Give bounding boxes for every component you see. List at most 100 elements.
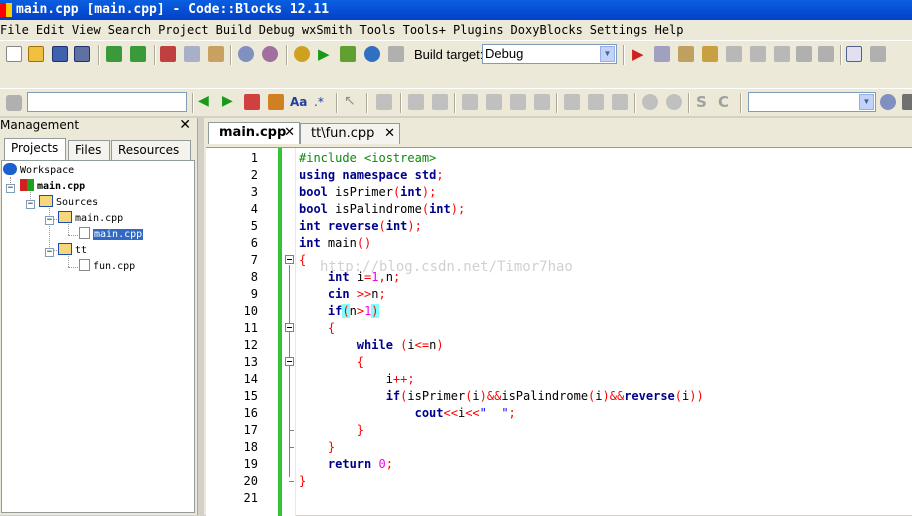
collapse-icon[interactable]: − [26, 200, 35, 209]
tree-folder-tt[interactable]: tt [58, 243, 87, 259]
refresh-icon[interactable] [902, 94, 912, 110]
return-icon[interactable] [612, 94, 628, 110]
collapse-icon[interactable]: − [45, 216, 54, 225]
step-into-icon[interactable] [702, 46, 718, 62]
build-target-select[interactable]: Debug ▼ [482, 44, 617, 64]
code-search-input[interactable] [27, 92, 187, 112]
line-number: 7 [250, 253, 258, 267]
undo-icon[interactable] [106, 46, 122, 62]
debug-windows-icon[interactable] [846, 46, 862, 62]
highlight-icon[interactable] [244, 94, 260, 110]
step-out-icon[interactable] [726, 46, 742, 62]
copy-icon[interactable] [184, 46, 200, 62]
loop-block-icon[interactable] [486, 94, 502, 110]
debug-start-icon[interactable]: ▶ [632, 45, 644, 63]
various-info-icon[interactable] [870, 46, 886, 62]
pause-icon[interactable] [796, 46, 812, 62]
cut-icon[interactable] [160, 46, 176, 62]
paste-icon[interactable] [208, 46, 224, 62]
tree-sources[interactable]: Sources [39, 195, 98, 211]
abort-icon[interactable] [388, 46, 404, 62]
tab-projects[interactable]: Projects [4, 138, 66, 160]
clear-icon[interactable] [6, 95, 22, 111]
match-case-icon[interactable]: Aa [290, 95, 307, 109]
menu-view[interactable]: View [72, 20, 105, 40]
menu-debug[interactable]: Debug [259, 20, 299, 40]
continue-icon[interactable] [588, 94, 604, 110]
menu-tools-plus[interactable]: Tools+ [403, 20, 450, 40]
menu-help[interactable]: Help [655, 20, 688, 40]
menu-project[interactable]: Project [158, 20, 213, 40]
run-to-cursor-icon[interactable] [654, 46, 670, 62]
jump-back-icon[interactable]: ◀ [198, 93, 209, 109]
tree-file-main[interactable]: main.cpp [79, 227, 144, 243]
replace-icon[interactable] [262, 46, 278, 62]
regex-icon[interactable]: .* [314, 95, 324, 109]
jump-forward-icon[interactable]: ▶ [222, 93, 233, 109]
run-icon[interactable]: ▶ [318, 45, 330, 63]
build-gear-icon[interactable] [294, 46, 310, 62]
menu-bar: File Edit View Search Project Build Debug wxSmi… [0, 20, 912, 40]
menu-search[interactable]: Search [108, 20, 155, 40]
select-icon[interactable] [268, 94, 284, 110]
next-instruction-icon[interactable] [750, 46, 766, 62]
next-line-icon[interactable] [678, 46, 694, 62]
step-instruction-icon[interactable] [774, 46, 790, 62]
zoom-in-icon[interactable] [642, 94, 658, 110]
code-line: } [299, 474, 307, 488]
tree-project[interactable]: main.cpp [20, 179, 85, 195]
s-icon[interactable]: S [696, 93, 707, 111]
image-icon[interactable] [408, 94, 424, 110]
menu-settings[interactable]: Settings [590, 20, 652, 40]
chevron-down-icon[interactable]: ▼ [600, 46, 615, 62]
chevron-down-icon[interactable]: ▼ [859, 94, 874, 110]
block-icon[interactable] [376, 94, 392, 110]
text-icon[interactable] [432, 94, 448, 110]
code-completion-select[interactable]: ▼ [748, 92, 876, 112]
pointer-icon[interactable]: ↖ [344, 93, 356, 109]
fold-icon[interactable] [285, 255, 294, 264]
save-all-icon[interactable] [74, 46, 90, 62]
menu-wxsmith[interactable]: wxSmith [302, 20, 357, 40]
close-icon[interactable]: ✕ [384, 124, 395, 144]
build-and-run-icon[interactable] [340, 46, 356, 62]
zoom-out-icon[interactable] [666, 94, 682, 110]
menu-build[interactable]: Build [216, 20, 256, 40]
switch-block-icon[interactable] [534, 94, 550, 110]
tree-workspace[interactable]: Workspace [3, 163, 74, 179]
code-editor[interactable]: 1 2 3 4 5 6 7 8 9 10 11 12 13 14 15 16 1… [206, 147, 912, 516]
fold-icon[interactable] [285, 323, 294, 332]
code-line: cout<<i<<" "; [414, 406, 516, 420]
fold-icon[interactable] [285, 357, 294, 366]
line-number: 14 [243, 372, 258, 386]
c-icon[interactable]: C [718, 93, 729, 111]
line-number-gutter: 1 2 3 4 5 6 7 8 9 10 11 12 13 14 15 16 1… [206, 148, 278, 516]
menu-doxyblocks[interactable]: DoxyBlocks [511, 20, 587, 40]
collapse-icon[interactable]: − [45, 248, 54, 257]
break-icon[interactable] [564, 94, 580, 110]
find-icon[interactable] [238, 46, 254, 62]
redo-icon[interactable] [130, 46, 146, 62]
menu-tools[interactable]: Tools [359, 20, 399, 40]
search-icon[interactable] [880, 94, 896, 110]
tab-main-cpp[interactable]: main.cpp ✕ [208, 122, 300, 144]
stop-debug-icon[interactable] [818, 46, 834, 62]
menu-file[interactable]: File [0, 20, 33, 40]
if-block-icon[interactable] [462, 94, 478, 110]
code-line: bool isPrimer(int); [299, 185, 437, 199]
close-icon[interactable]: ✕ [179, 118, 191, 132]
while-block-icon[interactable] [510, 94, 526, 110]
collapse-icon[interactable]: − [6, 184, 15, 193]
close-icon[interactable]: ✕ [284, 123, 295, 143]
open-file-icon[interactable] [28, 46, 44, 62]
menu-edit[interactable]: Edit [36, 20, 69, 40]
menu-plugins[interactable]: Plugins [453, 20, 508, 40]
tab-resources[interactable]: Resources [111, 140, 191, 160]
tree-folder-main[interactable]: main.cpp [58, 211, 123, 227]
new-file-icon[interactable] [6, 46, 22, 62]
rebuild-icon[interactable] [364, 46, 380, 62]
tab-files[interactable]: Files [68, 140, 110, 160]
save-icon[interactable] [52, 46, 68, 62]
tree-file-fun[interactable]: fun.cpp [79, 259, 135, 275]
tab-fun-cpp[interactable]: tt\fun.cpp ✕ [300, 123, 400, 144]
